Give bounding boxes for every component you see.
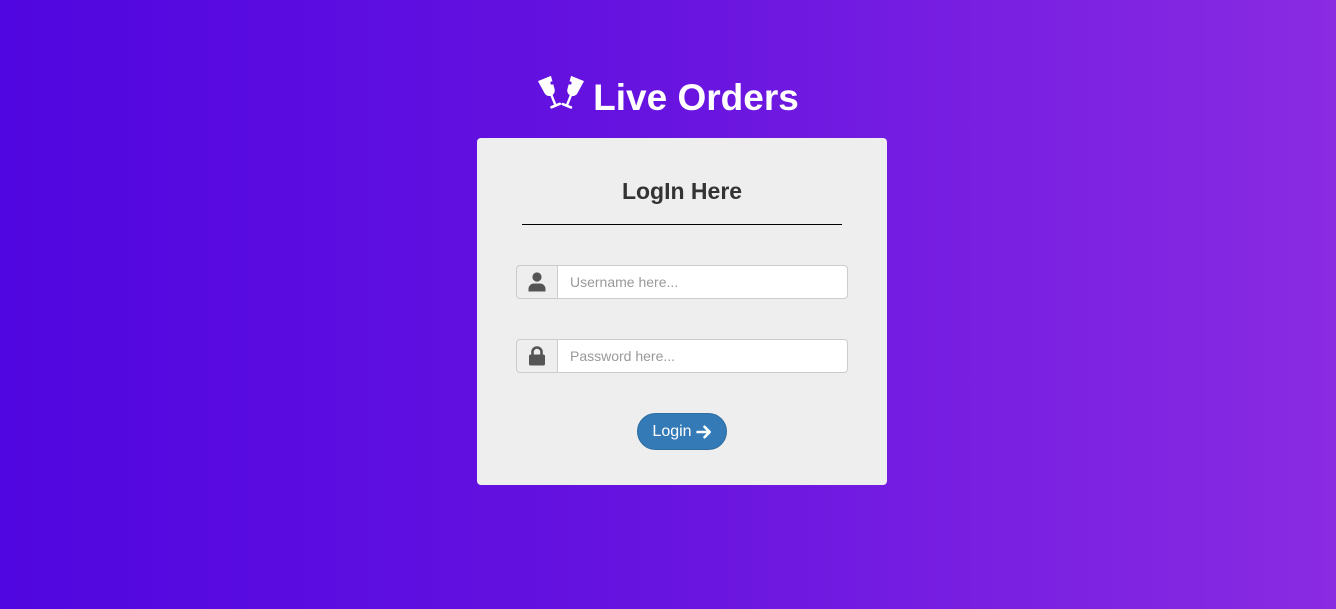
login-card: LogIn Here Login <box>477 138 887 485</box>
app-brand: Live Orders <box>0 74 1336 121</box>
brand-title: Live Orders <box>593 77 799 118</box>
password-input-group <box>516 339 848 373</box>
password-addon <box>516 339 557 373</box>
login-heading: LogIn Here <box>621 178 743 204</box>
arrow-right-icon <box>695 424 712 440</box>
username-input[interactable] <box>557 265 848 299</box>
glass-cheers-icon <box>537 74 585 114</box>
username-input-group <box>516 265 848 299</box>
password-input[interactable] <box>557 339 848 373</box>
heading-divider <box>522 224 842 225</box>
user-icon <box>528 272 546 292</box>
username-addon <box>516 265 557 299</box>
login-button[interactable]: Login <box>637 413 727 450</box>
lock-icon <box>528 346 546 366</box>
login-button-label: Login <box>652 422 692 440</box>
